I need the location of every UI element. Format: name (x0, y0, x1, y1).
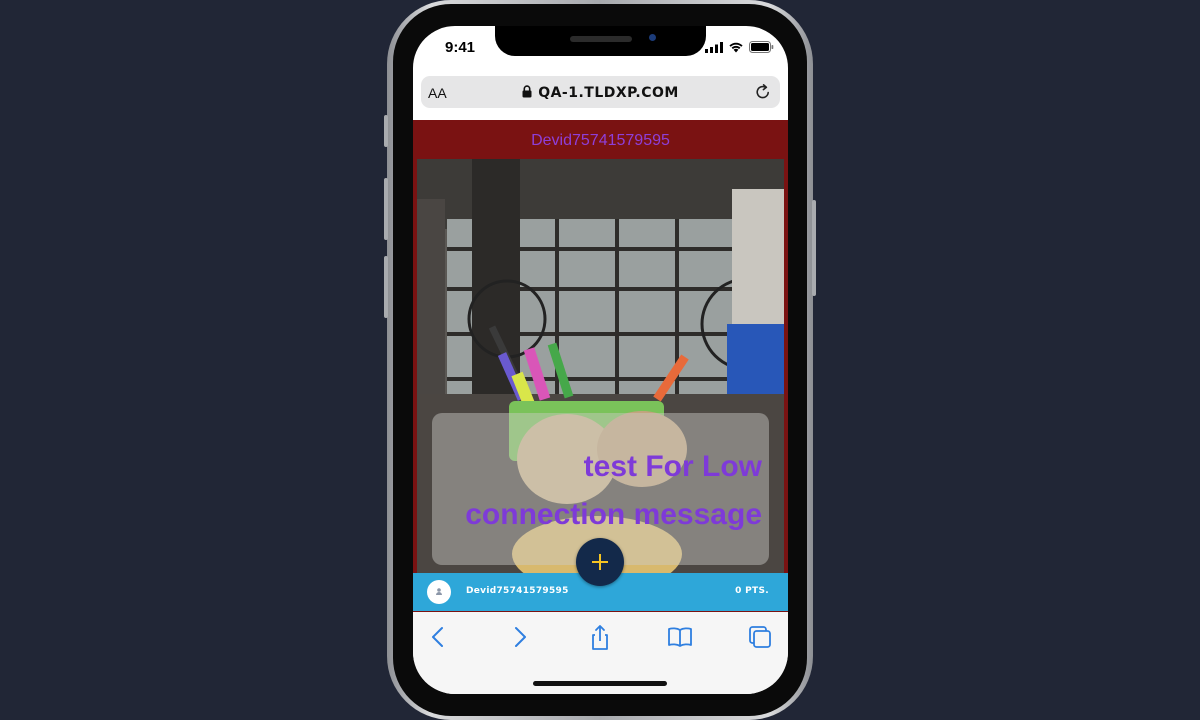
url-display[interactable]: QA-1.TLDXP.COM (421, 84, 780, 102)
avatar[interactable] (427, 580, 451, 604)
silent-switch (384, 115, 388, 147)
address-bar[interactable]: AA QA-1.TLDXP.COM (421, 76, 780, 108)
earpiece-speaker (570, 36, 632, 42)
reload-icon[interactable] (754, 83, 772, 101)
back-button[interactable] (425, 624, 453, 650)
header-username: Devid75741579595 (531, 132, 670, 149)
plus-icon (592, 554, 608, 570)
status-icons (705, 41, 774, 53)
front-camera (649, 34, 656, 41)
chevron-right-icon (515, 627, 526, 647)
battery-icon (749, 41, 774, 53)
tabs-button[interactable] (746, 624, 774, 650)
user-bar-points: 0 PTS. (735, 586, 769, 596)
camera-notch (495, 26, 706, 56)
book-icon (668, 627, 692, 647)
phone-screen: 9:41 AA QA-1.TLDXP.COM Devid75741579595 … (413, 26, 788, 694)
share-icon (592, 625, 608, 650)
forward-button[interactable] (505, 624, 533, 650)
tabs-icon (749, 626, 771, 648)
status-time: 9:41 (445, 39, 476, 56)
chevron-left-icon (432, 627, 443, 647)
user-bar-username: Devid75741579595 (466, 586, 569, 596)
url-text: QA-1.TLDXP.COM (538, 85, 679, 101)
volume-down-button (384, 256, 388, 318)
power-button (812, 200, 816, 296)
lock-icon (522, 85, 532, 98)
home-indicator[interactable] (533, 681, 667, 686)
bookmarks-button[interactable] (666, 624, 694, 650)
volume-up-button (384, 178, 388, 240)
cellular-signal-icon (705, 41, 723, 53)
user-icon (436, 588, 442, 595)
message-text: test For Low connection message (465, 450, 762, 531)
add-button[interactable] (576, 538, 624, 586)
wifi-icon (729, 42, 743, 53)
share-button[interactable] (586, 624, 614, 650)
